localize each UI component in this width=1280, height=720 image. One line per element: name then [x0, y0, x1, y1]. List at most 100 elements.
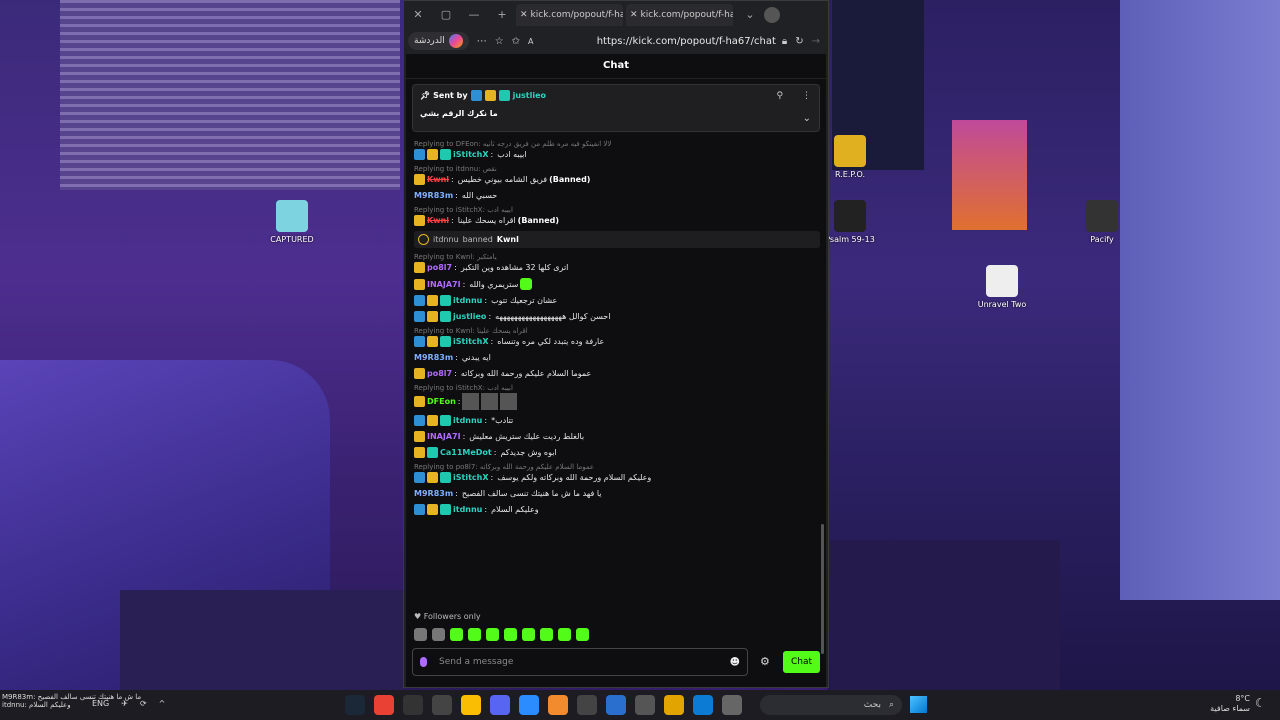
- read-aloud-icon[interactable]: A: [528, 37, 533, 46]
- forward-icon[interactable]: →: [812, 36, 820, 47]
- chat-message[interactable]: M9R83m: حسبي الله: [414, 190, 820, 201]
- calculator-icon[interactable]: [635, 695, 655, 715]
- favorites-icon[interactable]: ☆: [495, 36, 504, 47]
- emote-icon[interactable]: [432, 628, 445, 641]
- chat-username[interactable]: DFEon: [427, 396, 456, 407]
- store-icon[interactable]: [722, 695, 742, 715]
- chat-username[interactable]: Kwnl: [427, 215, 449, 226]
- steam-icon[interactable]: [345, 695, 365, 715]
- emote-icon[interactable]: [504, 628, 517, 641]
- desktop-icon-pacify[interactable]: Pacify: [1062, 200, 1142, 244]
- mod-actor[interactable]: itdnnu: [433, 235, 459, 244]
- chat-message[interactable]: itdnnu: *تتادب: [414, 415, 820, 426]
- chat-username[interactable]: po8l7: [427, 262, 452, 273]
- mod-target[interactable]: Kwnl: [497, 235, 519, 244]
- chrome-red-icon[interactable]: [374, 695, 394, 715]
- desktop-icon-unravel[interactable]: Unravel Two: [962, 265, 1042, 309]
- chat-username[interactable]: M9R83m: [414, 352, 453, 363]
- chat-message[interactable]: Replying to iStitchX: ابيبه ادب Kwnl: اقرا…: [414, 206, 820, 226]
- chat-username[interactable]: itdnnu: [453, 415, 482, 426]
- chat-message[interactable]: Replying to po8l7: عموما السلام عليكم ور…: [414, 463, 820, 483]
- pinned-message[interactable]: 📌︎ Sent by justlieo ما نكرك الرقم بشي ⚲ …: [412, 84, 820, 132]
- tab-close-icon[interactable]: ✕: [520, 10, 528, 20]
- sync-icon[interactable]: ⟳: [140, 699, 147, 708]
- reply-context[interactable]: Replying to Kwnl: اقراه يسحك علينا: [414, 327, 820, 336]
- mail-icon[interactable]: [606, 695, 626, 715]
- reply-context[interactable]: Replying to po8l7: عموما السلام عليكم ور…: [414, 463, 820, 472]
- vlc-icon[interactable]: [548, 695, 568, 715]
- chat-username[interactable]: itdnnu: [453, 295, 482, 306]
- emote-icon[interactable]: [576, 628, 589, 641]
- obs-icon[interactable]: [403, 695, 423, 715]
- emote-icon[interactable]: [414, 628, 427, 641]
- reply-context[interactable]: Replying to DFEon: لالا انفينكو فيه مره …: [414, 140, 820, 149]
- chrome-icon[interactable]: [461, 695, 481, 715]
- taskbar-search[interactable]: بحث ⌕: [760, 695, 902, 715]
- desktop-icon-captured[interactable]: CAPTURED: [252, 200, 332, 244]
- copilot-button[interactable]: الدردشة: [408, 32, 469, 50]
- emoji-picker-icon[interactable]: ☻: [730, 657, 740, 668]
- minimize-icon[interactable]: —: [460, 8, 488, 21]
- chat-username[interactable]: Ca11MeDot: [440, 447, 492, 458]
- chat-username[interactable]: M9R83m: [414, 488, 453, 499]
- windows-start-icon[interactable]: [910, 696, 927, 713]
- tray-chevron-icon[interactable]: ^: [159, 699, 166, 708]
- chat-message[interactable]: Replying to Kwnl: يامتكبر po8l7: اترى كلها…: [414, 253, 820, 273]
- chat-username[interactable]: M9R83m: [414, 190, 453, 201]
- emote-icon[interactable]: [486, 628, 499, 641]
- expand-chevron-icon[interactable]: ⌄: [803, 113, 811, 124]
- send-chat-button[interactable]: Chat: [783, 651, 820, 673]
- chat-message[interactable]: M9R83m: يا فهد ما ش ما هنيتك تنسى سالف ال…: [414, 488, 820, 499]
- chat-username[interactable]: INAJA7I: [427, 279, 461, 290]
- chat-username[interactable]: iStitchX: [453, 149, 489, 160]
- close-window-icon[interactable]: ✕: [404, 8, 432, 21]
- chat-message[interactable]: INAJA7I: بالغلط رديت عليك ستريش معليش: [414, 431, 820, 442]
- new-tab-icon[interactable]: +: [488, 8, 516, 21]
- chat-settings-gear-icon[interactable]: ⚙: [760, 655, 770, 668]
- restore-icon[interactable]: ▢: [432, 8, 460, 21]
- chat-message[interactable]: itdnnu: وعليكم السلام: [414, 504, 820, 515]
- emote-icon[interactable]: [540, 628, 553, 641]
- add-favorite-icon[interactable]: ✩: [512, 36, 520, 47]
- chat-message-list[interactable]: Replying to DFEon: لالا انفينكو فيه مره …: [414, 140, 820, 608]
- chat-message[interactable]: Replying to DFEon: لالا انفينكو فيه مره …: [414, 140, 820, 160]
- emote-icon[interactable]: [522, 628, 535, 641]
- copilot-app-icon[interactable]: [519, 695, 539, 715]
- url-field[interactable]: https://kick.com/popout/f-ha67/chat: [538, 36, 782, 47]
- unpin-icon[interactable]: ⚲: [777, 91, 784, 101]
- chat-message[interactable]: justlieo: احسن كوالل ههههههههههههههههههه: [414, 311, 820, 322]
- tab-close-icon[interactable]: ✕: [630, 10, 638, 20]
- reply-context[interactable]: Replying to iStitchX: ابيبه ادب: [414, 384, 820, 393]
- app-cube-icon[interactable]: [432, 695, 452, 715]
- tab-kick-2[interactable]: ✕ kick.com/popout/f-ha K: [626, 3, 733, 26]
- reply-context[interactable]: Replying to iStitchX: ابيبه ادب: [414, 206, 820, 215]
- emote-icon[interactable]: [450, 628, 463, 641]
- chat-message[interactable]: M9R83m: ايه يبدني: [414, 352, 820, 363]
- edge-icon[interactable]: [693, 695, 713, 715]
- chat-message[interactable]: itdnnu: عشان ترجعيك تتوب: [414, 295, 820, 306]
- chat-username[interactable]: iStitchX: [453, 472, 489, 483]
- chat-username[interactable]: INAJA7I: [427, 431, 461, 442]
- chat-username[interactable]: iStitchX: [453, 336, 489, 347]
- chat-message[interactable]: Replying to iStitchX: ابيبه ادب DFEon:: [414, 384, 820, 410]
- chat-message[interactable]: po8l7: عموما السلام عليكم ورحمة الله وبرك…: [414, 368, 820, 379]
- chat-username[interactable]: Kwnl: [427, 174, 449, 185]
- chat-username[interactable]: itdnnu: [453, 504, 482, 515]
- profile-avatar[interactable]: [764, 6, 780, 23]
- discord-icon[interactable]: [490, 695, 510, 715]
- emote-icon[interactable]: [558, 628, 571, 641]
- pinned-username[interactable]: justlieo: [513, 91, 546, 100]
- weather-widget[interactable]: 8°C سماء صافية: [1200, 694, 1250, 714]
- more-menu-icon[interactable]: ⋯: [477, 36, 487, 47]
- app-hex-icon[interactable]: [577, 695, 597, 715]
- emote-icon[interactable]: [468, 628, 481, 641]
- chat-username[interactable]: justlieo: [453, 311, 486, 322]
- pinned-options-icon[interactable]: ⋮: [802, 91, 811, 101]
- file-explorer-icon[interactable]: [664, 695, 684, 715]
- network-icon[interactable]: ✈: [121, 699, 128, 708]
- reply-context[interactable]: Replying to itdnnu: نقص: [414, 165, 820, 174]
- reply-context[interactable]: Replying to Kwnl: يامتكبر: [414, 253, 820, 262]
- chat-message[interactable]: Replying to Kwnl: اقراه يسحك علينا iStitc…: [414, 327, 820, 347]
- tab-list-chevron-icon[interactable]: ⌄: [736, 8, 764, 21]
- microphone-icon[interactable]: [420, 657, 427, 667]
